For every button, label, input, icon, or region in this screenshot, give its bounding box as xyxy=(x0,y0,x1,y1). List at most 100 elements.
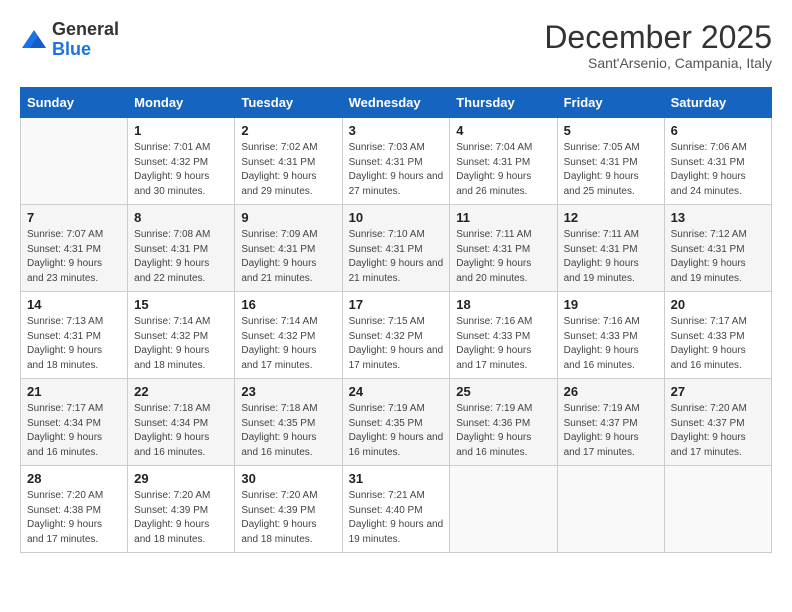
calendar-cell: 24Sunrise: 7:19 AMSunset: 4:35 PMDayligh… xyxy=(342,379,450,466)
day-info: Sunrise: 7:09 AMSunset: 4:31 PMDaylight:… xyxy=(241,228,335,286)
day-info: Sunrise: 7:14 AMSunset: 4:32 PMDaylight:… xyxy=(134,315,228,373)
calendar-cell: 6Sunrise: 7:06 AMSunset: 4:31 PMDaylight… xyxy=(664,118,771,205)
day-number: 3 xyxy=(349,123,444,138)
calendar-cell: 21Sunrise: 7:17 AMSunset: 4:34 PMDayligh… xyxy=(21,379,128,466)
weekday-header-saturday: Saturday xyxy=(664,88,771,118)
weekday-header-monday: Monday xyxy=(128,88,235,118)
day-info: Sunrise: 7:20 AMSunset: 4:37 PMDaylight:… xyxy=(671,402,765,460)
day-number: 28 xyxy=(27,471,121,486)
calendar-cell: 7 Sunrise: 7:07 AMSunset: 4:31 PMDaylight… xyxy=(21,205,128,292)
day-info: Sunrise: 7:03 AMSunset: 4:31 PMDaylight:… xyxy=(349,141,444,199)
day-number: 16 xyxy=(241,297,335,312)
calendar-cell: 14 Sunrise: 7:13 AMSunset: 4:31 PMDayligh… xyxy=(21,292,128,379)
day-info: Sunrise: 7:07 AMSunset: 4:31 PMDaylight:… xyxy=(27,228,121,286)
day-info: Sunrise: 7:08 AMSunset: 4:31 PMDaylight:… xyxy=(134,228,228,286)
calendar-cell: 16 Sunrise: 7:14 AMSunset: 4:32 PMDayligh… xyxy=(235,292,342,379)
calendar-cell: 20 Sunrise: 7:17 AMSunset: 4:33 PMDayligh… xyxy=(664,292,771,379)
day-info: Sunrise: 7:13 AMSunset: 4:31 PMDaylight:… xyxy=(27,315,121,373)
location-subtitle: Sant'Arsenio, Campania, Italy xyxy=(544,55,772,71)
day-number: 11 xyxy=(456,210,550,225)
day-info: Sunrise: 7:16 AMSunset: 4:33 PMDaylight:… xyxy=(564,315,658,373)
day-number: 25 xyxy=(456,384,550,399)
day-info: Sunrise: 7:20 AMSunset: 4:39 PMDaylight:… xyxy=(134,489,228,547)
day-number: 20 xyxy=(671,297,765,312)
day-info: Sunrise: 7:14 AMSunset: 4:32 PMDaylight:… xyxy=(241,315,335,373)
day-info: Sunrise: 7:11 AMSunset: 4:31 PMDaylight:… xyxy=(456,228,550,286)
weekday-header-wednesday: Wednesday xyxy=(342,88,450,118)
day-info: Sunrise: 7:04 AMSunset: 4:31 PMDaylight:… xyxy=(456,141,550,199)
logo-general: General Blue xyxy=(52,20,119,60)
logo: General Blue xyxy=(20,20,119,60)
calendar-cell: 11 Sunrise: 7:11 AMSunset: 4:31 PMDayligh… xyxy=(450,205,557,292)
day-number: 9 xyxy=(241,210,335,225)
calendar-cell: 15 Sunrise: 7:14 AMSunset: 4:32 PMDayligh… xyxy=(128,292,235,379)
day-number: 15 xyxy=(134,297,228,312)
calendar-cell: 17Sunrise: 7:15 AMSunset: 4:32 PMDayligh… xyxy=(342,292,450,379)
day-number: 27 xyxy=(671,384,765,399)
day-info: Sunrise: 7:15 AMSunset: 4:32 PMDaylight:… xyxy=(349,315,444,373)
day-number: 13 xyxy=(671,210,765,225)
calendar-cell xyxy=(450,466,557,553)
calendar-cell: 31 Sunrise: 7:21 AMSunset: 4:40 PMDayligh… xyxy=(342,466,450,553)
calendar-cell xyxy=(664,466,771,553)
calendar-cell: 18Sunrise: 7:16 AMSunset: 4:33 PMDayligh… xyxy=(450,292,557,379)
day-number: 4 xyxy=(456,123,550,138)
calendar-cell: 27 Sunrise: 7:20 AMSunset: 4:37 PMDayligh… xyxy=(664,379,771,466)
calendar-cell: 1 Sunrise: 7:01 AMSunset: 4:32 PMDaylight… xyxy=(128,118,235,205)
day-info: Sunrise: 7:10 AMSunset: 4:31 PMDaylight:… xyxy=(349,228,444,286)
day-number: 8 xyxy=(134,210,228,225)
calendar-cell: 28Sunrise: 7:20 AMSunset: 4:38 PMDayligh… xyxy=(21,466,128,553)
weekday-header-friday: Friday xyxy=(557,88,664,118)
day-number: 29 xyxy=(134,471,228,486)
calendar-cell: 30 Sunrise: 7:20 AMSunset: 4:39 PMDayligh… xyxy=(235,466,342,553)
day-number: 31 xyxy=(349,471,444,486)
calendar-week-row: 28Sunrise: 7:20 AMSunset: 4:38 PMDayligh… xyxy=(21,466,772,553)
day-info: Sunrise: 7:17 AMSunset: 4:33 PMDaylight:… xyxy=(671,315,765,373)
calendar-cell: 12 Sunrise: 7:11 AMSunset: 4:31 PMDayligh… xyxy=(557,205,664,292)
day-number: 30 xyxy=(241,471,335,486)
calendar-table: SundayMondayTuesdayWednesdayThursdayFrid… xyxy=(20,87,772,553)
calendar-cell: 23Sunrise: 7:18 AMSunset: 4:35 PMDayligh… xyxy=(235,379,342,466)
calendar-cell: 2 Sunrise: 7:02 AMSunset: 4:31 PMDaylight… xyxy=(235,118,342,205)
calendar-cell: 25Sunrise: 7:19 AMSunset: 4:36 PMDayligh… xyxy=(450,379,557,466)
calendar-cell: 9 Sunrise: 7:09 AMSunset: 4:31 PMDaylight… xyxy=(235,205,342,292)
day-info: Sunrise: 7:05 AMSunset: 4:31 PMDaylight:… xyxy=(564,141,658,199)
day-number: 7 xyxy=(27,210,121,225)
page-header: General Blue December 2025 Sant'Arsenio,… xyxy=(20,20,772,71)
day-info: Sunrise: 7:18 AMSunset: 4:34 PMDaylight:… xyxy=(134,402,228,460)
day-info: Sunrise: 7:19 AMSunset: 4:37 PMDaylight:… xyxy=(564,402,658,460)
day-number: 5 xyxy=(564,123,658,138)
day-info: Sunrise: 7:20 AMSunset: 4:39 PMDaylight:… xyxy=(241,489,335,547)
calendar-cell: 8 Sunrise: 7:08 AMSunset: 4:31 PMDaylight… xyxy=(128,205,235,292)
day-number: 1 xyxy=(134,123,228,138)
calendar-cell: 13 Sunrise: 7:12 AMSunset: 4:31 PMDayligh… xyxy=(664,205,771,292)
day-info: Sunrise: 7:12 AMSunset: 4:31 PMDaylight:… xyxy=(671,228,765,286)
calendar-cell: 5 Sunrise: 7:05 AMSunset: 4:31 PMDaylight… xyxy=(557,118,664,205)
day-number: 14 xyxy=(27,297,121,312)
calendar-week-row: 1 Sunrise: 7:01 AMSunset: 4:32 PMDaylight… xyxy=(21,118,772,205)
calendar-week-row: 7 Sunrise: 7:07 AMSunset: 4:31 PMDaylight… xyxy=(21,205,772,292)
calendar-cell: 10 Sunrise: 7:10 AMSunset: 4:31 PMDayligh… xyxy=(342,205,450,292)
calendar-header-row: SundayMondayTuesdayWednesdayThursdayFrid… xyxy=(21,88,772,118)
day-info: Sunrise: 7:06 AMSunset: 4:31 PMDaylight:… xyxy=(671,141,765,199)
calendar-cell: 26 Sunrise: 7:19 AMSunset: 4:37 PMDayligh… xyxy=(557,379,664,466)
day-info: Sunrise: 7:11 AMSunset: 4:31 PMDaylight:… xyxy=(564,228,658,286)
day-info: Sunrise: 7:21 AMSunset: 4:40 PMDaylight:… xyxy=(349,489,444,547)
logo-icon xyxy=(20,26,48,54)
day-number: 19 xyxy=(564,297,658,312)
day-info: Sunrise: 7:01 AMSunset: 4:32 PMDaylight:… xyxy=(134,141,228,199)
day-number: 22 xyxy=(134,384,228,399)
calendar-cell xyxy=(557,466,664,553)
day-number: 2 xyxy=(241,123,335,138)
day-number: 18 xyxy=(456,297,550,312)
day-number: 12 xyxy=(564,210,658,225)
day-info: Sunrise: 7:02 AMSunset: 4:31 PMDaylight:… xyxy=(241,141,335,199)
calendar-cell: 22 Sunrise: 7:18 AMSunset: 4:34 PMDayligh… xyxy=(128,379,235,466)
calendar-cell: 3 Sunrise: 7:03 AMSunset: 4:31 PMDaylight… xyxy=(342,118,450,205)
day-number: 10 xyxy=(349,210,444,225)
calendar-cell: 29 Sunrise: 7:20 AMSunset: 4:39 PMDayligh… xyxy=(128,466,235,553)
day-info: Sunrise: 7:19 AMSunset: 4:35 PMDaylight:… xyxy=(349,402,444,460)
calendar-cell: 19 Sunrise: 7:16 AMSunset: 4:33 PMDayligh… xyxy=(557,292,664,379)
day-number: 26 xyxy=(564,384,658,399)
day-number: 23 xyxy=(241,384,335,399)
